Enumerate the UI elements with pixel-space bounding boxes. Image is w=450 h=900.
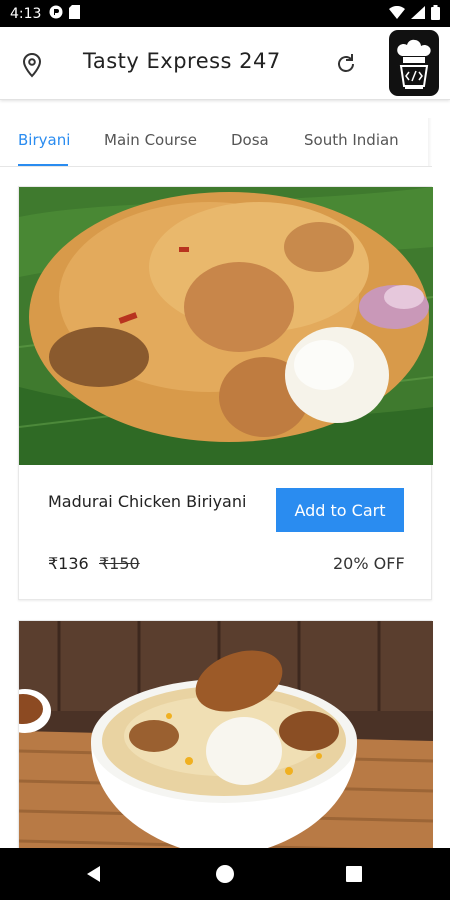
system-navigation-bar [0, 848, 450, 900]
biryani-image [19, 187, 433, 465]
add-to-cart-button[interactable]: Add to Cart [276, 488, 404, 532]
discount-label: 20% OFF [333, 554, 405, 573]
item-name: Madurai Chicken Biriyani [48, 492, 247, 511]
location-pin-icon[interactable] [18, 51, 46, 79]
tab-dosa[interactable]: Dosa [231, 131, 269, 149]
tabs-scroll-fade [428, 118, 432, 166]
signal-icon [411, 5, 425, 22]
item-original-price: ₹150 [99, 554, 140, 573]
tab-biryani[interactable]: Biryani [18, 131, 70, 149]
app-title: Tasty Express 247 [83, 49, 281, 73]
food-item-card[interactable]: Madurai Chicken Biriyani Add to Cart ₹13… [18, 186, 433, 600]
status-icons [389, 4, 440, 23]
home-circle-icon[interactable] [211, 860, 239, 888]
refresh-icon[interactable] [332, 50, 360, 78]
back-triangle-icon[interactable] [80, 860, 108, 888]
chef-hat-logo [389, 30, 439, 96]
status-time: 4:13 [10, 5, 42, 22]
tab-main-course[interactable]: Main Course [104, 131, 197, 149]
sd-card-icon [69, 5, 81, 22]
active-tab-indicator [18, 164, 68, 166]
tab-south-indian[interactable]: South Indian [304, 131, 399, 149]
battery-icon [431, 4, 440, 23]
status-bar: 4:13 [0, 0, 450, 27]
app-notification-icon [49, 5, 63, 22]
food-item-card[interactable] [18, 620, 433, 861]
wifi-icon [389, 5, 405, 22]
recents-square-icon[interactable] [340, 860, 368, 888]
app-bar: Tasty Express 247 [0, 27, 450, 100]
category-tabs: Biryani Main Course Dosa South Indian [0, 117, 432, 167]
item-price: ₹136 [48, 554, 89, 573]
